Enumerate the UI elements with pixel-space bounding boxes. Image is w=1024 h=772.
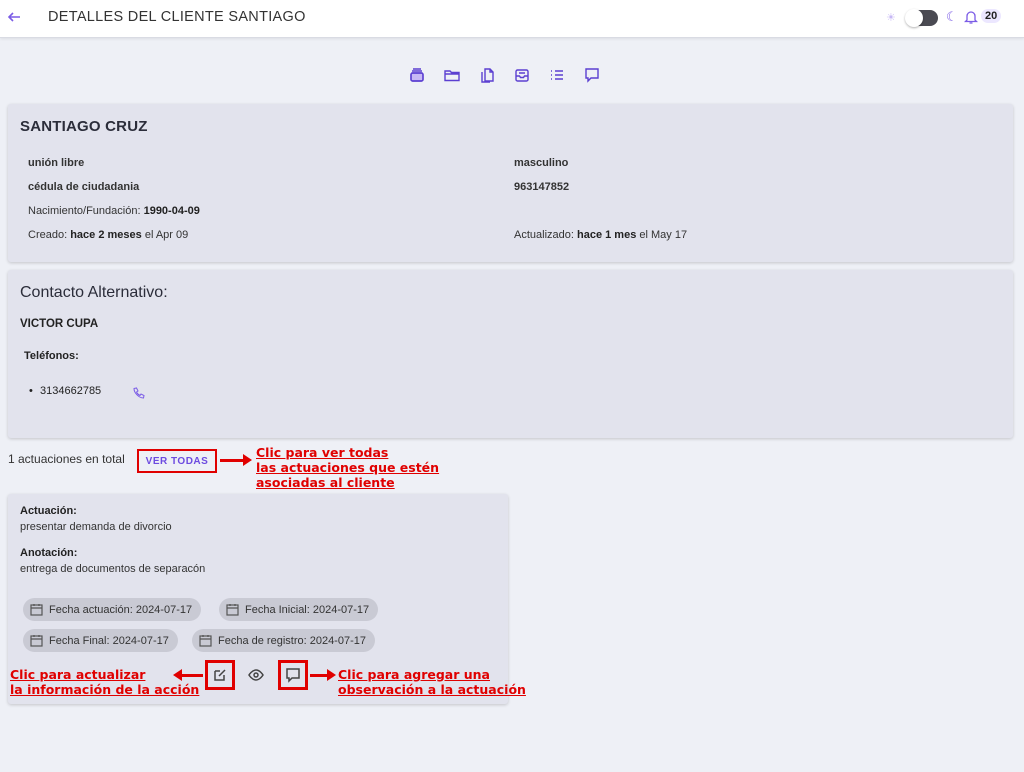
sun-icon: ☀ (886, 12, 896, 24)
annotation-edit: Clic para actualizar la información de l… (10, 667, 199, 697)
chip-fecha-registro: Fecha de registro: 2024-07-17 (192, 629, 375, 652)
tipo-documento: cédula de ciudadania (28, 181, 140, 193)
chip-fecha-actuacion: Fecha actuación: 2024-07-17 (23, 598, 202, 621)
arrow-left-icon[interactable] (6, 8, 24, 26)
contact-heading: Contacto Alternativo: (20, 284, 168, 301)
creado-label: Creado: (28, 229, 68, 241)
nacimiento-label: Nacimiento/Fundación: (28, 205, 141, 217)
moon-icon: ☾ (946, 9, 958, 24)
annotation-line: Clic para actualizar (10, 667, 146, 682)
anotacion-value: entrega de documentos de separacón (20, 563, 206, 575)
annotation-ver-todas: Clic para ver todas las actuaciones que … (256, 445, 439, 490)
creado-row: Creado: hace 2 meses el Apr 09 (28, 229, 188, 241)
alternative-contact-card: Contacto Alternativo: VICTOR CUPA Teléfo… (8, 270, 1013, 438)
view-button[interactable] (241, 660, 271, 690)
annotation-line: asociadas al cliente (256, 475, 395, 490)
actuaciones-total: 1 actuaciones en total (8, 452, 125, 466)
actualizado-relative: hace 1 mes (577, 229, 637, 241)
edit-button[interactable] (205, 660, 235, 690)
actuacion-label: Actuación: (20, 505, 77, 517)
annotation-line: las actuaciones que estén (256, 460, 440, 475)
chip-label: Fecha de registro: 2024-07-17 (218, 634, 366, 647)
chat-icon[interactable] (583, 66, 601, 84)
calendar-icon (199, 635, 212, 647)
documents-icon[interactable] (478, 66, 496, 84)
creado-date: el Apr 09 (144, 229, 189, 241)
actualizado-label: Actualizado: (514, 229, 574, 241)
edit-icon (214, 669, 226, 681)
phone-number: 3134662785 (40, 385, 102, 397)
creado-relative: hace 2 meses (70, 229, 142, 241)
numero-documento: 963147852 (514, 181, 570, 193)
annotation-line: la información de la acción (10, 682, 200, 697)
phone-icon[interactable] (132, 386, 146, 400)
section-icon-bar (408, 66, 601, 84)
notification-count-badge[interactable]: 20 (981, 9, 1002, 23)
layers-icon[interactable] (408, 66, 426, 84)
genero: masculino (514, 157, 569, 169)
estado-civil: unión libre (28, 157, 85, 169)
calendar-icon (226, 604, 239, 616)
actualizado-row: Actualizado: hace 1 mes el May 17 (514, 229, 687, 241)
chip-label: Fecha Inicial: 2024-07-17 (245, 603, 370, 616)
annotation-arrow (310, 669, 336, 681)
annotation-arrow (220, 454, 252, 466)
annotation-observation: Clic para agregar una observación a la a… (338, 667, 526, 697)
anotacion-label: Anotación: (20, 547, 78, 559)
client-details-card: SANTIAGO CRUZ unión libre masculino cédu… (8, 104, 1013, 262)
annotation-line: Clic para ver todas (256, 445, 389, 460)
chip-label: Fecha Final: 2024-07-17 (49, 634, 169, 647)
contact-name: VICTOR CUPA (20, 318, 99, 330)
actualizado-date: el May 17 (639, 229, 688, 241)
page-title: DETALLES DEL CLIENTE SANTIAGO (48, 9, 306, 25)
client-name: SANTIAGO CRUZ (20, 118, 148, 135)
theme-toggle[interactable] (905, 9, 938, 27)
nacimiento-row: Nacimiento/Fundación: 1990-04-09 (28, 205, 200, 217)
bell-icon[interactable] (963, 9, 979, 30)
eye-icon (248, 669, 264, 681)
list-bullet: • (29, 385, 33, 397)
phones-label: Teléfonos: (24, 350, 79, 362)
annotation-line: observación a la actuación (338, 682, 526, 697)
chip-fecha-final: Fecha Final: 2024-07-17 (23, 629, 178, 652)
chat-icon (286, 668, 300, 683)
top-app-bar: DETALLES DEL CLIENTE SANTIAGO ☀ ☾ 20 (0, 0, 1024, 38)
chip-fecha-inicial: Fecha Inicial: 2024-07-17 (219, 598, 379, 621)
folder-icon[interactable] (443, 66, 461, 84)
actuacion-value: presentar demanda de divorcio (20, 521, 172, 533)
add-observation-button[interactable] (278, 660, 308, 690)
nacimiento-value: 1990-04-09 (143, 205, 200, 217)
calendar-icon (30, 604, 43, 616)
chip-label: Fecha actuación: 2024-07-17 (49, 603, 193, 616)
ver-todas-button[interactable]: VER TODAS (137, 449, 217, 473)
toggle-knob (905, 9, 923, 27)
list-icon[interactable] (548, 66, 566, 84)
annotation-line: Clic para agregar una (338, 667, 490, 682)
inbox-icon[interactable] (513, 66, 531, 84)
calendar-icon (30, 635, 43, 647)
